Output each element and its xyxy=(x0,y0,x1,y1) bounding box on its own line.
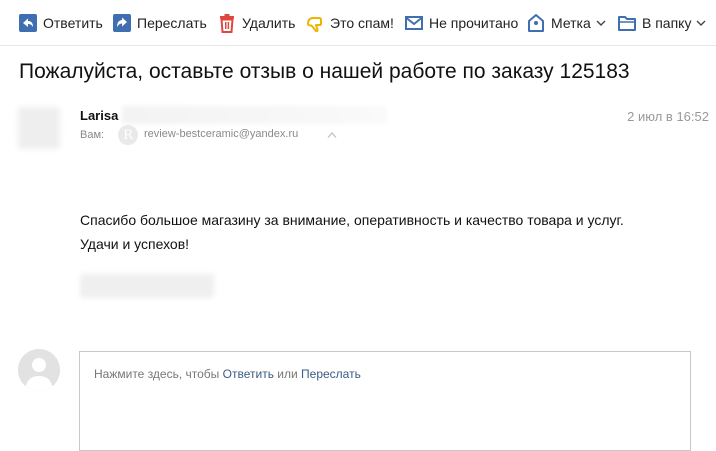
hint-prefix: Нажмите здесь, чтобы xyxy=(94,367,223,381)
recipient-label: Вам: xyxy=(80,129,105,141)
sender-avatar xyxy=(18,107,60,149)
forward-button[interactable]: Переслать xyxy=(112,12,207,34)
forward-icon xyxy=(112,13,132,33)
recipient-avatar: R xyxy=(118,125,138,145)
spam-label: Это спам! xyxy=(330,15,394,31)
envelope-icon xyxy=(404,13,424,33)
forward-link[interactable]: Переслать xyxy=(301,367,361,381)
folder-icon xyxy=(617,13,637,33)
body-line: Удачи и успехов! xyxy=(80,236,190,252)
reply-label: Ответить xyxy=(43,15,103,31)
sender-name[interactable]: Larisa xyxy=(80,108,118,123)
forward-label: Переслать xyxy=(137,15,207,31)
quick-reply-box[interactable]: Нажмите здесь, чтобы Ответить или Пересл… xyxy=(79,351,691,451)
reply-icon xyxy=(18,13,38,33)
chevron-up-icon[interactable] xyxy=(327,131,337,139)
sender-details-redacted xyxy=(122,106,387,124)
trash-icon xyxy=(217,13,237,33)
recipient-email[interactable]: review-bestceramic@yandex.ru xyxy=(144,128,298,140)
reply-link[interactable]: Ответить xyxy=(223,367,274,381)
signature-redacted xyxy=(80,274,214,298)
body-line: Спасибо большое магазину за внимание, оп… xyxy=(80,212,624,228)
mark-unread-button[interactable]: Не прочитано xyxy=(404,12,518,34)
spam-button[interactable]: Это спам! xyxy=(305,12,394,34)
chevron-down-icon xyxy=(696,18,706,28)
reply-button[interactable]: Ответить xyxy=(18,12,103,34)
delete-button[interactable]: Удалить xyxy=(217,12,295,34)
message-subject: Пожалуйста, оставьте отзыв о нашей работ… xyxy=(19,60,630,83)
hint-or: или xyxy=(273,367,302,381)
tag-icon xyxy=(526,13,546,33)
folder-label: В папку xyxy=(642,15,692,31)
user-avatar xyxy=(18,349,60,391)
message-toolbar: Ответить Переслать Удалить Это спам! Не … xyxy=(0,0,716,46)
label-label: Метка xyxy=(551,15,591,31)
message-date: 2 июл в 16:52 xyxy=(627,109,709,124)
chevron-down-icon xyxy=(596,18,606,28)
quick-reply-hint: Нажмите здесь, чтобы Ответить или Пересл… xyxy=(94,367,361,381)
delete-label: Удалить xyxy=(242,15,296,31)
unread-label: Не прочитано xyxy=(429,15,519,31)
move-to-folder-button[interactable]: В папку xyxy=(617,12,706,34)
message-body: Спасибо большое магазину за внимание, оп… xyxy=(80,208,624,256)
thumbs-down-icon xyxy=(305,13,325,33)
label-button[interactable]: Метка xyxy=(526,12,606,34)
